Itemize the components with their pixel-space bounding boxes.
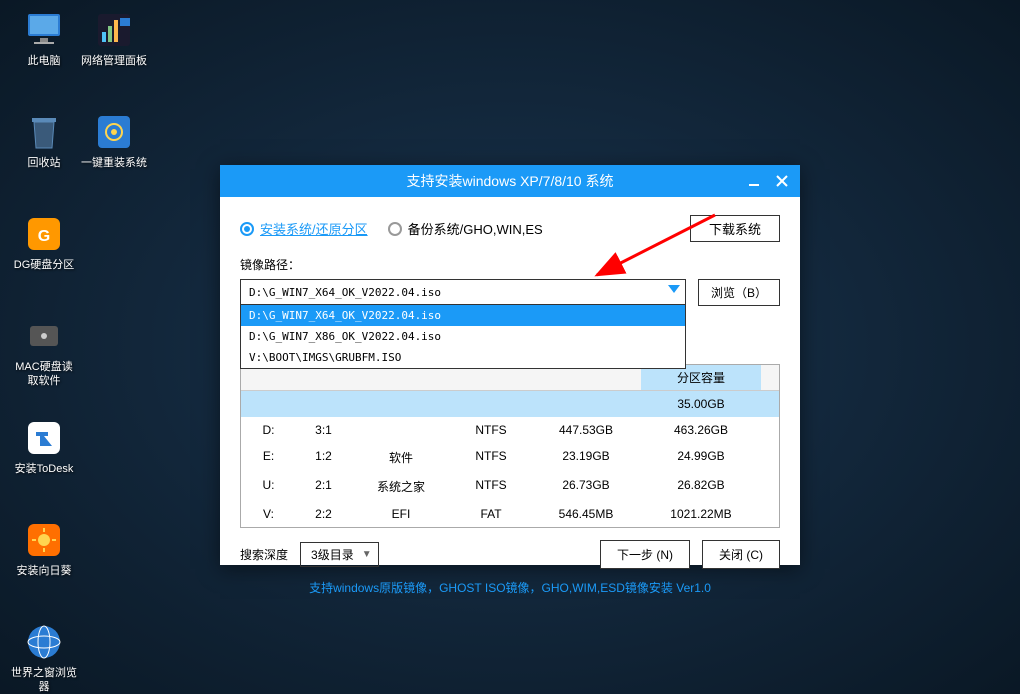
desktop-icon-label: 世界之窗浏览器 xyxy=(10,666,78,694)
desktop-icon-network-panel[interactable]: 网络管理面板 xyxy=(80,10,148,68)
desktop-icon-sunflower[interactable]: 安装向日葵 xyxy=(10,520,78,578)
monitor-icon xyxy=(24,10,64,50)
image-path-combo[interactable]: D:\G_WIN7_X64_OK_V2022.04.iso D:\G_WIN7_… xyxy=(240,279,686,306)
chart-icon xyxy=(94,10,134,50)
window-title: 支持安装windows XP/7/8/10 系统 xyxy=(407,171,614,191)
close-action-button[interactable]: 关闭 (C) xyxy=(702,540,780,569)
dropdown-item[interactable]: D:\G_WIN7_X86_OK_V2022.04.iso xyxy=(241,326,685,347)
table-row[interactable]: U: 2:1 系统之家 NTFS 26.73GB 26.82GB xyxy=(241,472,779,501)
radio-icon xyxy=(240,222,254,236)
partition-table: 盘符 序号 卷标 格式 可用容量 分区容量 35.00GB D: 3:1 NTF… xyxy=(240,364,780,528)
radio-label: 安装系统/还原分区 xyxy=(260,219,368,238)
desktop-icon-label: 安装ToDesk xyxy=(15,462,74,476)
globe-icon xyxy=(24,622,64,662)
desktop-icon-recycle-bin[interactable]: 回收站 xyxy=(10,112,78,170)
disk-tool-icon: G xyxy=(24,214,64,254)
download-system-button[interactable]: 下载系统 xyxy=(690,215,780,242)
radio-label: 备份系统/GHO,WIN,ES xyxy=(408,219,543,238)
radio-backup[interactable]: 备份系统/GHO,WIN,ES xyxy=(388,219,543,238)
image-path-input[interactable] xyxy=(240,279,686,305)
desktop-icon-label: 此电脑 xyxy=(28,54,61,68)
radio-icon xyxy=(388,222,402,236)
table-row[interactable]: D: 3:1 NTFS 447.53GB 463.26GB xyxy=(241,417,779,443)
desktop-icon-label: 一键重装系统 xyxy=(81,156,147,170)
gear-box-icon xyxy=(94,112,134,152)
radio-install-restore[interactable]: 安装系统/还原分区 xyxy=(240,219,368,238)
desktop-icon-label: DG硬盘分区 xyxy=(14,258,75,272)
installer-window: 支持安装windows XP/7/8/10 系统 安装系统/还原分区 备份系统/… xyxy=(220,165,800,565)
desktop-icon-browser[interactable]: 世界之窗浏览器 xyxy=(10,622,78,694)
desktop-icon-mac-disk[interactable]: MAC硬盘读取软件 xyxy=(10,316,78,388)
desktop-icon-dg-partition[interactable]: G DG硬盘分区 xyxy=(10,214,78,272)
desktop-icon-label: 网络管理面板 xyxy=(81,54,147,68)
table-row[interactable]: 35.00GB xyxy=(241,391,779,417)
desktop-icon-this-pc[interactable]: 此电脑 xyxy=(10,10,78,68)
search-depth-label: 搜索深度 xyxy=(240,546,288,563)
trash-icon xyxy=(24,112,64,152)
search-depth-select[interactable]: 3级目录 xyxy=(300,542,379,567)
dropdown-item[interactable]: D:\G_WIN7_X64_OK_V2022.04.iso xyxy=(241,305,685,326)
close-button[interactable] xyxy=(772,171,792,191)
titlebar[interactable]: 支持安装windows XP/7/8/10 系统 xyxy=(220,165,800,197)
browse-button[interactable]: 浏览（B） xyxy=(698,279,780,306)
sunflower-icon xyxy=(24,520,64,560)
dropdown-item[interactable]: V:\BOOT\IMGS\GRUBFM.ISO xyxy=(241,347,685,368)
desktop-icon-label: 回收站 xyxy=(28,156,61,170)
footer-text: 支持windows原版镜像，GHOST ISO镜像，GHO,WIM,ESD镜像安… xyxy=(240,579,780,596)
next-button[interactable]: 下一步 (N) xyxy=(600,540,690,569)
desktop-icon-todesk[interactable]: 安装ToDesk xyxy=(10,418,78,476)
minimize-button[interactable] xyxy=(744,171,764,191)
dropdown-arrow-icon[interactable] xyxy=(668,285,680,293)
image-path-label: 镜像路径： xyxy=(240,256,780,273)
table-row[interactable]: V: 2:2 EFI FAT 546.45MB 1021.22MB xyxy=(241,501,779,527)
desktop-icon-reinstall-system[interactable]: 一键重装系统 xyxy=(80,112,148,170)
table-row[interactable]: E: 1:2 软件 NTFS 23.19GB 24.99GB xyxy=(241,443,779,472)
image-path-dropdown: D:\G_WIN7_X64_OK_V2022.04.iso D:\G_WIN7_… xyxy=(240,305,686,369)
desktop-icon-label: MAC硬盘读取软件 xyxy=(10,360,78,388)
todesk-icon xyxy=(24,418,64,458)
svg-text:G: G xyxy=(38,228,50,245)
hdd-icon xyxy=(24,316,64,356)
desktop-icon-label: 安装向日葵 xyxy=(17,564,72,578)
